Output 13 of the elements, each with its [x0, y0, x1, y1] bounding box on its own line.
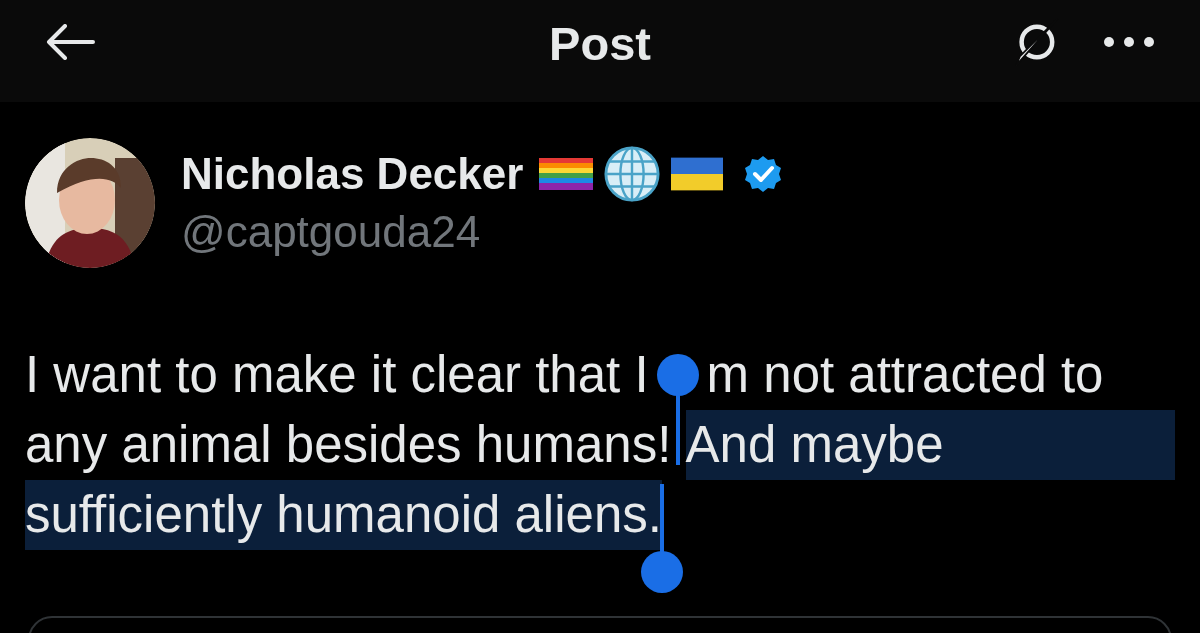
post-text: m not attracted to	[706, 345, 1104, 405]
post-text: any animal besides humans!	[25, 415, 673, 475]
author-name[interactable]: Nicholas Decker	[181, 149, 524, 199]
post-text: sufficiently humanoid aliens.	[25, 480, 662, 550]
author-handle[interactable]: @captgouda24	[181, 207, 784, 257]
globe-icon	[603, 145, 662, 203]
back-arrow-icon[interactable]	[45, 24, 95, 60]
more-icon[interactable]	[1103, 36, 1155, 48]
post-text: I want to make it clear that I	[25, 345, 649, 405]
post-text: And maybe	[685, 410, 1175, 480]
rainbow-flag-icon	[539, 158, 594, 190]
ukraine-flag-icon	[671, 157, 724, 191]
page-title: Post	[549, 16, 651, 71]
